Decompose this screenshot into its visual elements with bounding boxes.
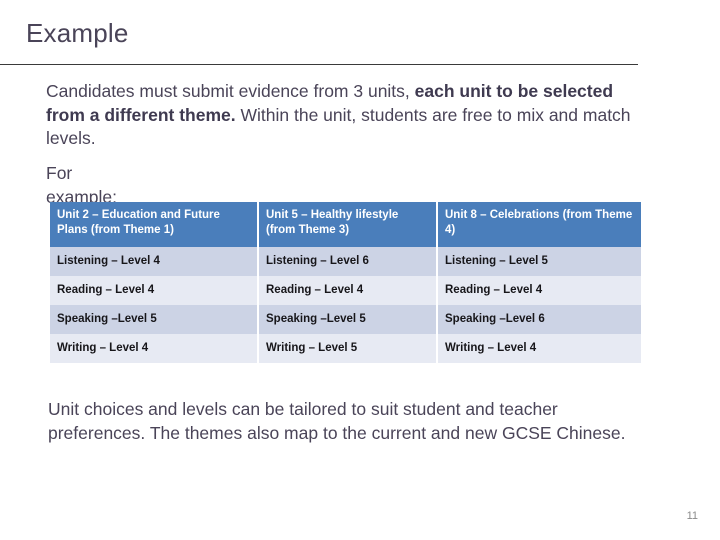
intro-paragraph: Candidates must submit evidence from 3 u… xyxy=(46,80,646,151)
table-cell: Reading – Level 4 xyxy=(50,276,257,305)
title-divider xyxy=(0,64,638,65)
slide: Example Candidates must submit evidence … xyxy=(0,0,720,540)
table-cell: Speaking –Level 5 xyxy=(50,305,257,334)
table-row: Listening – Level 4 Listening – Level 6 … xyxy=(50,247,641,276)
table-cell: Listening – Level 4 xyxy=(50,247,257,276)
table-cell: Speaking –Level 5 xyxy=(259,305,436,334)
table-cell: Writing – Level 5 xyxy=(259,334,436,363)
table-header-unit-5: Unit 5 – Healthy lifestyle (from Theme 3… xyxy=(259,202,436,247)
page-title: Example xyxy=(26,18,129,48)
table-header-row: Unit 2 – Education and Future Plans (fro… xyxy=(50,202,641,247)
table-cell: Listening – Level 6 xyxy=(259,247,436,276)
intro-text-part-1: Candidates must submit evidence from 3 u… xyxy=(46,81,415,101)
closing-paragraph: Unit choices and levels can be tailored … xyxy=(48,399,626,443)
table-cell: Writing – Level 4 xyxy=(50,334,257,363)
table-cell: Listening – Level 5 xyxy=(438,247,641,276)
unit-levels-table: Unit 2 – Education and Future Plans (fro… xyxy=(48,202,643,363)
page-number: 11 xyxy=(686,510,698,522)
table-header-unit-8: Unit 8 – Celebrations (from Theme 4) xyxy=(438,202,641,247)
table-cell: Reading – Level 4 xyxy=(438,276,641,305)
table-row: Speaking –Level 5 Speaking –Level 5 Spea… xyxy=(50,305,641,334)
table-cell: Writing – Level 4 xyxy=(438,334,641,363)
table-row: Reading – Level 4 Reading – Level 4 Read… xyxy=(50,276,641,305)
table-cell: Reading – Level 4 xyxy=(259,276,436,305)
table-row: Writing – Level 4 Writing – Level 5 Writ… xyxy=(50,334,641,363)
table-cell: Speaking –Level 6 xyxy=(438,305,641,334)
table-header-unit-2: Unit 2 – Education and Future Plans (fro… xyxy=(50,202,257,247)
